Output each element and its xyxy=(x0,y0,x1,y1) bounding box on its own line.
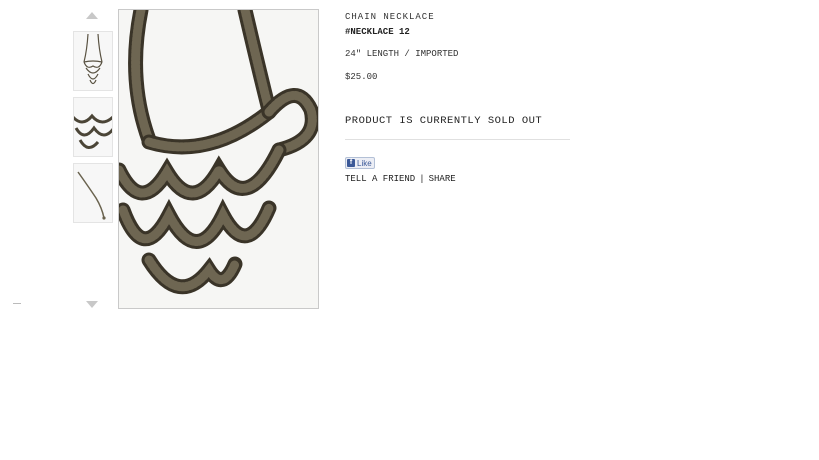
tell-a-friend-link[interactable]: TELL A FRIEND xyxy=(345,174,415,184)
thumbnail-strip xyxy=(72,8,113,310)
divider xyxy=(345,139,570,140)
link-separator: | xyxy=(419,174,425,184)
thumbnail-3[interactable] xyxy=(73,163,113,223)
necklace-photo xyxy=(119,10,318,308)
triangle-down-icon[interactable] xyxy=(86,301,98,308)
necklace-thumbnail-full xyxy=(74,32,112,90)
product-name: CHAIN NECKLACE xyxy=(345,12,435,22)
product-main-image xyxy=(118,9,319,309)
triangle-up-icon[interactable] xyxy=(86,12,98,19)
necklace-thumbnail-detail xyxy=(74,98,112,156)
thumbnail-1[interactable] xyxy=(73,31,113,91)
product-sku: #NECKLACE 12 xyxy=(345,27,410,37)
product-spec: 24" LENGTH / IMPORTED xyxy=(345,49,459,59)
share-link[interactable]: SHARE xyxy=(429,174,456,184)
edge-dash xyxy=(13,303,21,304)
sold-out-message: PRODUCT IS CURRENTLY SOLD OUT xyxy=(345,115,543,127)
facebook-like-button[interactable]: f Like xyxy=(345,157,375,169)
like-label: Like xyxy=(357,158,372,168)
necklace-thumbnail-clasp xyxy=(74,164,112,222)
share-links: TELL A FRIEND | SHARE xyxy=(345,174,456,184)
product-price: $25.00 xyxy=(345,72,378,82)
facebook-icon: f xyxy=(347,159,355,167)
product-info: CHAIN NECKLACE #NECKLACE 12 24" LENGTH /… xyxy=(345,12,575,140)
thumbnail-2[interactable] xyxy=(73,97,113,157)
